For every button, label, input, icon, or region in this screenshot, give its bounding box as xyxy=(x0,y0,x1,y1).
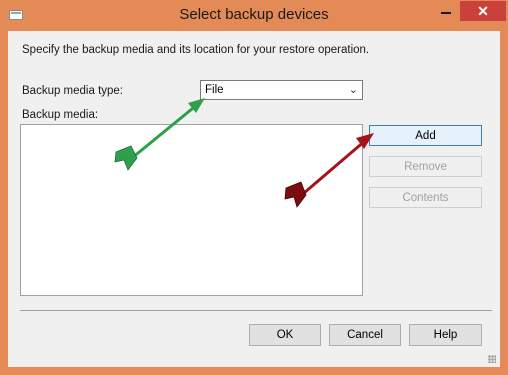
separator xyxy=(20,310,492,311)
close-icon: ✕ xyxy=(477,3,489,19)
ok-button[interactable]: OK xyxy=(249,324,321,346)
dialog-body: Specify the backup media and its locatio… xyxy=(8,31,500,367)
remove-button[interactable]: Remove xyxy=(369,156,482,177)
dialog-window: Select backup devices ✕ Specify the back… xyxy=(0,0,508,375)
minimize-button[interactable] xyxy=(433,1,459,21)
cancel-button[interactable]: Cancel xyxy=(329,324,401,346)
window-title: Select backup devices xyxy=(179,6,329,23)
title-bar[interactable]: Select backup devices ✕ xyxy=(0,0,508,31)
minimize-icon xyxy=(441,12,451,14)
backup-media-list[interactable] xyxy=(20,124,363,296)
instructions-text: Specify the backup media and its locatio… xyxy=(22,44,370,56)
add-button[interactable]: Add xyxy=(369,125,482,146)
media-type-label: Backup media type: xyxy=(22,85,124,97)
resize-grip-icon[interactable] xyxy=(488,355,496,363)
chevron-down-icon: ⌄ xyxy=(348,84,358,96)
help-button[interactable]: Help xyxy=(409,324,482,346)
media-type-select[interactable]: File ⌄ xyxy=(200,80,363,100)
contents-button[interactable]: Contents xyxy=(369,187,482,208)
close-button[interactable]: ✕ xyxy=(460,1,506,21)
media-type-value: File xyxy=(205,84,224,96)
backup-media-label: Backup media: xyxy=(22,109,99,121)
